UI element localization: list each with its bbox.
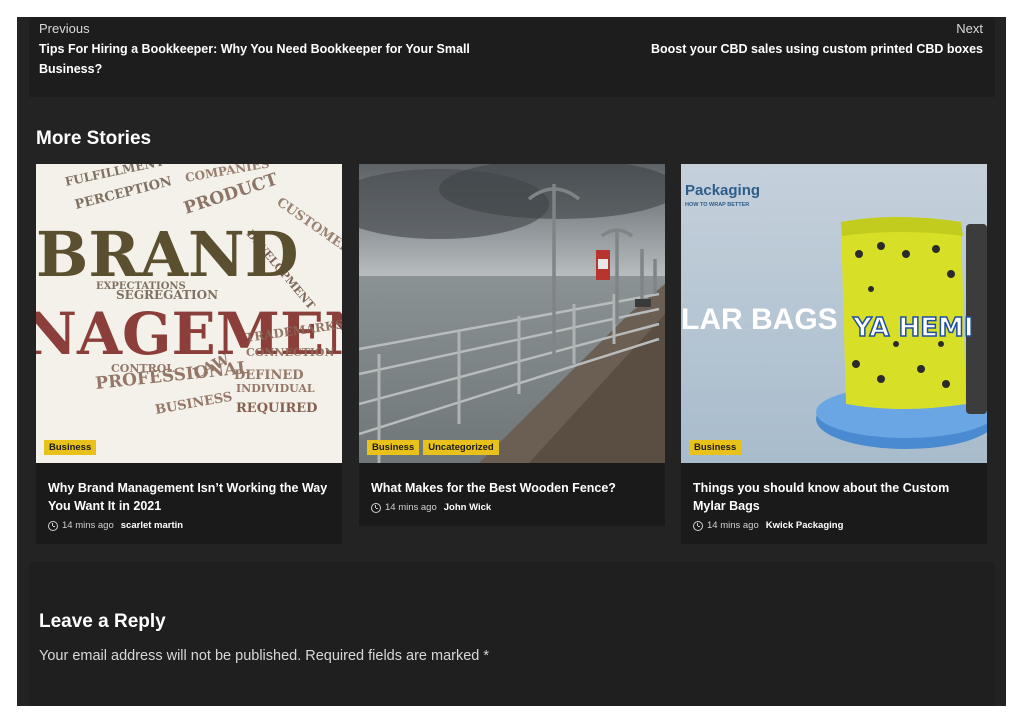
more-stories-heading: More Stories [36, 128, 152, 149]
next-caption: Next [956, 21, 983, 36]
brand-word-cloud-image: FULFILLMENT COMPANIES PERCEPTION PRODUCT… [36, 164, 342, 463]
story-meta: 14 mins ago Kwick Packaging [693, 520, 975, 531]
story-author[interactable]: Kwick Packaging [766, 520, 844, 531]
svg-text:DEFINED: DEFINED [234, 368, 304, 383]
category-badge[interactable]: Business [689, 440, 742, 455]
svg-text:CONNECTION: CONNECTION [246, 346, 335, 359]
story-image-brand-management[interactable]: FULFILLMENT COMPANIES PERCEPTION PRODUCT… [36, 164, 342, 463]
previous-caption: Previous [39, 21, 90, 36]
story-card[interactable]: Packaging HOW TO WRAP BETTER LAR BAGS YA… [681, 164, 987, 544]
clock-icon [693, 520, 703, 531]
story-time: 14 mins ago [385, 502, 437, 513]
category-badges: Business [689, 440, 742, 455]
leave-reply-section: Leave a Reply Your email address will no… [29, 562, 995, 706]
story-author[interactable]: John Wick [444, 502, 491, 513]
clock-icon [371, 502, 381, 513]
story-title[interactable]: What Makes for the Best Wooden Fence? [371, 479, 653, 497]
next-post-title[interactable]: Boost your CBD sales using custom printe… [643, 39, 983, 59]
svg-text:HOW TO WRAP BETTER: HOW TO WRAP BETTER [685, 202, 749, 208]
story-card[interactable]: FULFILLMENT COMPANIES PERCEPTION PRODUCT… [36, 164, 342, 544]
story-time: 14 mins ago [62, 520, 114, 531]
packaging-label: Packaging [685, 182, 760, 199]
next-post-link[interactable]: Next Boost your CBD sales using custom p… [643, 20, 983, 59]
category-badge[interactable]: Business [44, 440, 97, 455]
reply-note: Your email address will not be published… [39, 648, 490, 664]
svg-text:INDIVIDUAL: INDIVIDUAL [236, 382, 315, 395]
previous-post-title[interactable]: Tips For Hiring a Bookkeeper: Why You Ne… [39, 39, 479, 79]
story-image-mylar-bags[interactable]: Packaging HOW TO WRAP BETTER LAR BAGS YA… [681, 164, 987, 463]
mylar-bags-image: Packaging HOW TO WRAP BETTER LAR BAGS YA… [681, 164, 987, 463]
category-badges: Business Uncategorized [367, 440, 499, 455]
pier-photo [359, 164, 665, 463]
leave-reply-heading: Leave a Reply [39, 611, 166, 632]
mylar-text: LAR BAGS [681, 303, 838, 336]
clock-icon [48, 520, 58, 531]
bag-brand-text: YA HEMI [852, 313, 974, 343]
category-badge[interactable]: Business [367, 440, 420, 455]
story-meta: 14 mins ago scarlet martin [48, 520, 330, 531]
story-title[interactable]: Things you should know about the Custom … [693, 479, 975, 515]
story-meta: 14 mins ago John Wick [371, 502, 653, 513]
category-badges: Business [44, 440, 97, 455]
category-badge[interactable]: Uncategorized [423, 440, 499, 455]
post-navigation: Previous Tips For Hiring a Bookkeeper: W… [29, 17, 995, 97]
story-title[interactable]: Why Brand Management Isn’t Working the W… [48, 479, 330, 515]
story-time: 14 mins ago [707, 520, 759, 531]
content-frame: Previous Tips For Hiring a Bookkeeper: W… [17, 17, 1006, 706]
svg-text:CONTROL: CONTROL [111, 362, 174, 375]
story-card[interactable]: Business Uncategorized What Makes for th… [359, 164, 665, 526]
svg-text:REQUIRED: REQUIRED [236, 401, 317, 416]
story-image-pier[interactable]: Business Uncategorized [359, 164, 665, 463]
story-author[interactable]: scarlet martin [121, 520, 183, 531]
previous-post-link[interactable]: Previous Tips For Hiring a Bookkeeper: W… [39, 20, 479, 79]
brand-word: BRAND [36, 218, 298, 291]
